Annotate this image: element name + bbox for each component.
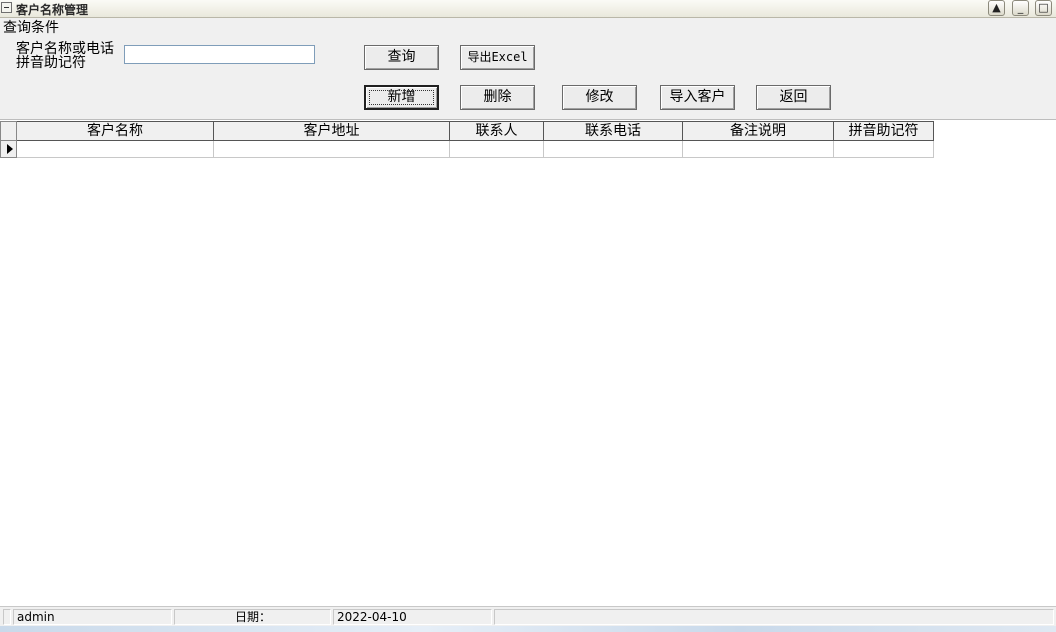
column-header-phone[interactable]: 联系电话 — [543, 121, 683, 141]
corner-header — [0, 121, 17, 141]
column-header-remarks[interactable]: 备注说明 — [682, 121, 834, 141]
query-group-label: 查询条件 — [3, 20, 59, 36]
current-row-arrow-icon — [7, 144, 13, 154]
export-excel-button[interactable]: 导出Excel — [460, 45, 535, 70]
status-date-value: 2022-04-10 — [333, 609, 492, 625]
import-customers-button[interactable]: 导入客户 — [660, 85, 735, 110]
delete-button[interactable]: 删除 — [460, 85, 535, 110]
cell-pinyin[interactable] — [833, 140, 934, 158]
cell-customer-name[interactable] — [16, 140, 214, 158]
grid-header-row: 客户名称 客户地址 联系人 联系电话 备注说明 拼音助记符 — [0, 121, 934, 141]
minimize-button[interactable]: _ — [1012, 0, 1029, 16]
status-cell-blank — [3, 609, 11, 625]
cell-customer-address[interactable] — [213, 140, 450, 158]
back-button[interactable]: 返回 — [756, 85, 831, 110]
add-button[interactable]: 新增 — [364, 85, 439, 110]
search-button[interactable]: 查询 — [364, 45, 439, 70]
row-selector[interactable] — [0, 140, 17, 158]
column-header-contact[interactable]: 联系人 — [449, 121, 544, 141]
column-header-pinyin[interactable]: 拼音助记符 — [833, 121, 934, 141]
status-date-label: 日期： — [174, 609, 331, 625]
maximize-button[interactable]: □ — [1035, 0, 1052, 16]
table-row[interactable] — [0, 140, 934, 158]
window-title: 客户名称管理 — [16, 3, 89, 17]
cell-phone[interactable] — [543, 140, 683, 158]
column-header-customer-name[interactable]: 客户名称 — [16, 121, 214, 141]
title-bar: 客户名称管理 ▲ _ □ — [0, 0, 1056, 18]
scroll-up-icon[interactable]: ▲ — [988, 0, 1005, 16]
search-input[interactable] — [124, 45, 315, 64]
status-bar: admin 日期： 2022-04-10 — [0, 606, 1056, 627]
edit-button[interactable]: 修改 — [562, 85, 637, 110]
column-header-customer-address[interactable]: 客户地址 — [213, 121, 450, 141]
status-user: admin — [13, 609, 172, 625]
system-menu-icon[interactable] — [1, 2, 12, 13]
customer-grid[interactable]: 客户名称 客户地址 联系人 联系电话 备注说明 拼音助记符 — [0, 121, 934, 158]
taskbar-strip — [0, 626, 1056, 632]
query-field-label-line1: 客户名称或电话 — [16, 41, 114, 57]
query-panel: 查询条件 客户名称或电话 拼音助记符 查询 导出Excel 新增 删除 修改 导… — [0, 18, 1056, 120]
cell-contact[interactable] — [449, 140, 544, 158]
status-cell-empty — [494, 609, 1054, 625]
cell-remarks[interactable] — [682, 140, 834, 158]
focus-rect — [369, 90, 434, 105]
query-field-label-line2: 拼音助记符 — [16, 55, 86, 71]
